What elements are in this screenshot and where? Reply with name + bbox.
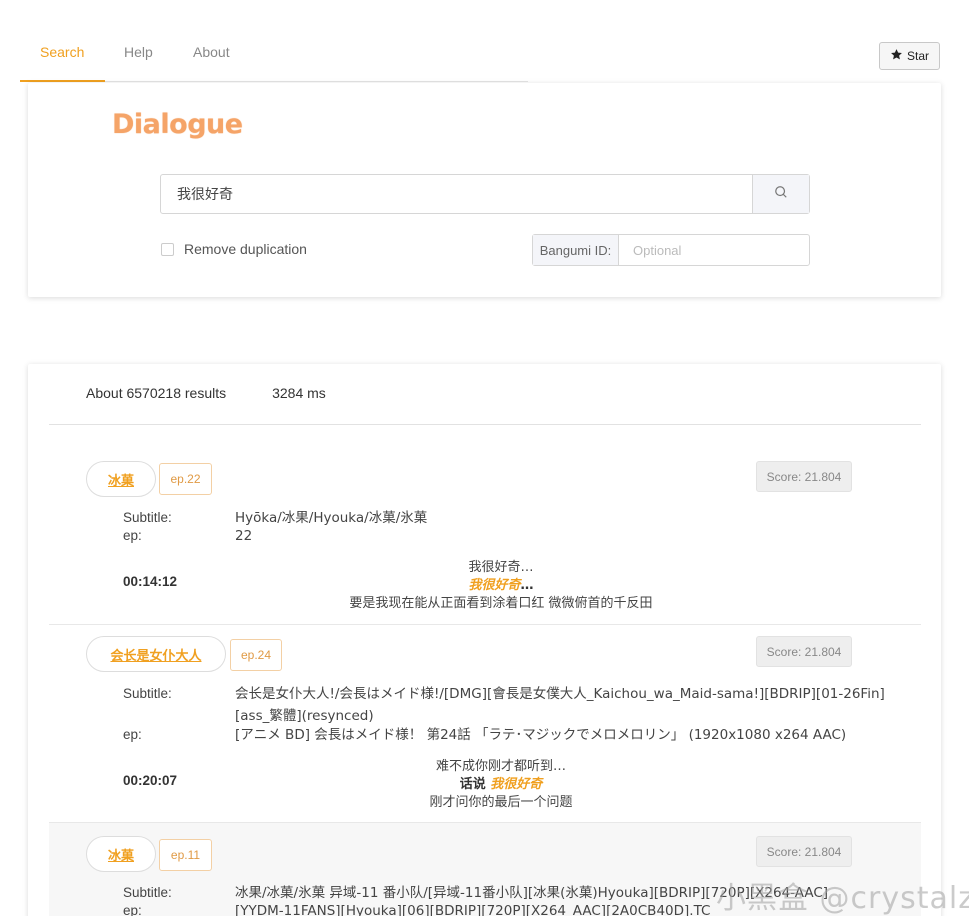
ep-value: 22 (235, 528, 253, 544)
anime-title-link[interactable]: 冰菓 (86, 461, 156, 497)
star-button-label: Star (906, 49, 929, 63)
subtitle-label: Subtitle: (123, 885, 172, 900)
results-panel: About 6570218 results 3284 ms 冰菓 ep.22 S… (28, 364, 941, 916)
ep-label: ep: (123, 903, 142, 916)
search-button[interactable] (752, 175, 809, 213)
context-before: 我很好奇… (468, 560, 534, 575)
match-prefix: 话说 (459, 777, 491, 792)
bangumi-id-field: Bangumi ID: (532, 234, 810, 266)
nav-tabs: Search Help About (20, 28, 528, 82)
result-count: About 6570218 results (86, 385, 227, 401)
search-icon (774, 185, 788, 204)
tab-help[interactable]: Help (124, 44, 153, 60)
matched-line: 我很好奇… (28, 574, 941, 593)
result-item: 冰菓 ep.22 Score: 21.804 Subtitle: Hyōka/冰… (49, 425, 921, 625)
match-keyword: 我很好奇 (468, 578, 521, 593)
result-item: 会长是女仆大人 ep.24 Score: 21.804 Subtitle: 会长… (49, 625, 921, 823)
subtitle-value: 会长是女仆大人!/会長はメイド様!/[DMG][會長是女僕大人_Kaichou_… (235, 686, 885, 724)
ep-value: [YYDM-11FANS][Hyouka][06][BDRIP][720P][X… (235, 903, 711, 916)
query-time: 3284 ms (272, 385, 326, 401)
ep-value: [アニメ BD] 会長はメイド様！ 第24話 「ラテ･マジックでメロメロリン」 … (235, 727, 847, 743)
context-after: 要是我现在能从正面看到涂着口红 微微俯首的千反田 (349, 596, 653, 611)
remove-duplication-option[interactable]: Remove duplication (161, 241, 307, 257)
result-stats: About 6570218 results 3284 ms (86, 385, 326, 401)
episode-badge: ep.22 (159, 463, 212, 495)
context-before: 难不成你刚才都听到… (435, 759, 566, 774)
match-suffix: … (520, 578, 534, 593)
episode-badge: ep.11 (159, 839, 212, 871)
search-input[interactable] (161, 175, 752, 213)
subtitle-label: Subtitle: (123, 686, 172, 701)
active-tab-indicator (20, 80, 105, 82)
episode-badge: ep.24 (230, 639, 282, 671)
star-button[interactable]: Star (879, 42, 940, 70)
remove-duplication-label: Remove duplication (184, 241, 307, 257)
result-item: 冰菓 ep.11 Score: 21.804 Subtitle: 冰果/冰菓/氷… (49, 823, 921, 916)
star-icon (890, 48, 903, 64)
bangumi-id-label: Bangumi ID: (533, 235, 619, 265)
tab-search[interactable]: Search (40, 44, 84, 60)
bangumi-id-input[interactable] (619, 235, 809, 265)
remove-duplication-checkbox[interactable] (161, 242, 174, 256)
ep-label: ep: (123, 528, 142, 543)
context-after: 刚才问你的最后一个问题 (429, 795, 573, 810)
matched-line: 话说 我很好奇 (28, 773, 941, 792)
tab-about[interactable]: About (193, 44, 230, 60)
subtitle-label: Subtitle: (123, 510, 172, 525)
ep-label: ep: (123, 727, 142, 742)
score-badge: Score: 21.804 (756, 461, 852, 492)
app-logo: Dialogue (112, 109, 243, 140)
match-keyword: 我很好奇 (490, 777, 543, 792)
anime-title-link[interactable]: 冰菓 (86, 836, 156, 872)
anime-title-link[interactable]: 会长是女仆大人 (86, 636, 226, 672)
search-box (160, 174, 810, 214)
search-panel: Dialogue Remove duplication Bangumi ID: (28, 83, 941, 297)
score-badge: Score: 21.804 (756, 836, 852, 867)
score-badge: Score: 21.804 (756, 636, 852, 667)
